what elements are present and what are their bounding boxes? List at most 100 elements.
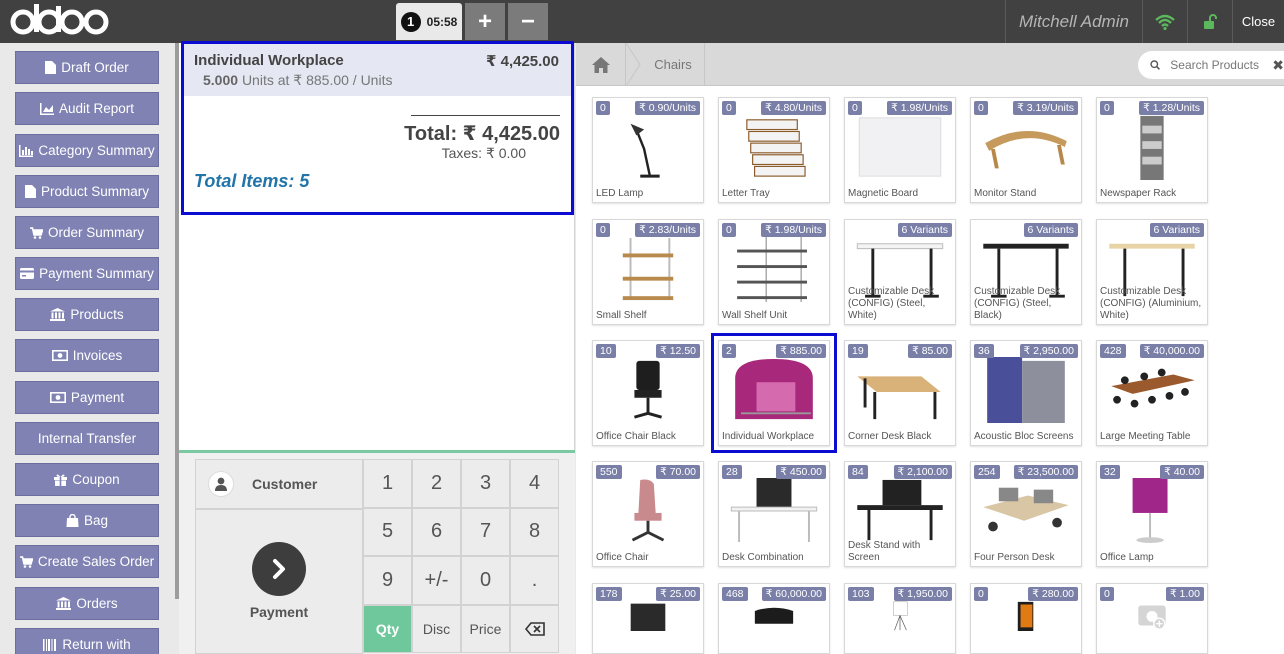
product-card[interactable]: 428 ₹ 40,000.00 Large Meeting Table [1096,340,1208,446]
payment-button[interactable]: Payment [195,509,363,654]
lock-status[interactable] [1187,0,1232,43]
control-button-return-with[interactable]: Return with [15,628,159,654]
control-button-bag[interactable]: Bag [15,504,159,537]
product-name: Desk Stand with Screen [848,540,921,563]
product-card[interactable]: 0 ₹ 1.00 [1096,583,1208,654]
control-button-coupon[interactable]: Coupon [15,463,159,496]
product-card[interactable]: 0 ₹ 1.98/Units Wall Shelf Unit [718,219,830,325]
bar-chart-icon [19,144,34,157]
wifi-status[interactable] [1142,0,1187,43]
product-name: Customizable Desk (CONFIG) (Aluminium, W… [1100,286,1202,321]
product-qty-badge: 550 [596,465,622,479]
control-button-audit-report[interactable]: Audit Report [15,92,159,125]
numpad-key-backspace[interactable] [510,604,559,653]
product-card[interactable]: 6 Variants Customizable Desk (CONFIG) (St… [844,219,956,325]
control-button-products[interactable]: Products [15,298,159,331]
product-name: Monitor Stand [974,188,1037,199]
search-box: ✖ [1138,51,1284,79]
product-price-badge: ₹ 1.00 [1165,587,1204,601]
numpad-key-0[interactable]: 0 [461,556,510,605]
numpad-key-5[interactable]: 5 [363,507,412,556]
product-card[interactable]: 36 ₹ 2,950.00 Acoustic Bloc Screens [970,340,1082,446]
product-name: Customizable Desk (CONFIG) (Steel, White… [848,286,935,321]
search-clear-icon[interactable]: ✖ [1272,57,1284,74]
numpad-key-plus-minus[interactable]: +/- [412,556,461,605]
close-button[interactable]: Close [1232,0,1284,43]
category-breadcrumb: Chairs ✖ [576,43,1284,86]
numpad-key-2[interactable]: 2 [412,459,461,508]
money-icon [51,350,68,361]
numpad-key-6[interactable]: 6 [412,507,461,556]
product-price-badge: ₹ 0.90/Units [635,101,700,115]
product-card[interactable]: 254 ₹ 23,500.00 Four Person Desk [970,461,1082,567]
numpad-key-8[interactable]: 8 [510,507,559,556]
chevron-right-icon [273,559,285,579]
control-button-payment[interactable]: Payment [15,381,159,414]
product-name: LED Lamp [596,188,644,199]
search-input[interactable] [1170,58,1271,72]
product-price-badge: ₹ 85.00 [908,344,952,358]
customer-button[interactable]: Customer [195,459,363,509]
product-card[interactable]: 0 ₹ 3.19/Units Monitor Stand [970,97,1082,203]
numpad-key-qty[interactable]: Qty [363,604,412,653]
product-card[interactable]: 0 ₹ 2.83/Units Small Shelf [592,219,704,325]
product-card[interactable]: 6 Variants Customizable Desk (CONFIG) (St… [970,219,1082,325]
control-button-invoices[interactable]: Invoices [15,339,159,372]
product-price-badge: ₹ 2.83/Units [635,223,700,237]
breadcrumb-home[interactable] [576,43,626,86]
user-icon [215,477,227,491]
numpad-key-decimal[interactable]: . [510,556,559,605]
product-card[interactable]: 468 ₹ 60,000.00 [718,583,830,654]
product-qty-badge: 0 [722,101,736,115]
numpad-key-1[interactable]: 1 [363,459,412,508]
control-button-label: Invoices [72,348,123,363]
backspace-icon [524,621,545,636]
remove-order-button[interactable]: − [508,3,548,40]
bag-icon [66,514,79,527]
add-order-button[interactable]: + [465,3,505,40]
product-card[interactable]: 2 ₹ 885.00 Individual Workplace [711,333,837,453]
file-icon [45,61,57,74]
product-price-badge: ₹ 2,100.00 [893,465,952,479]
control-button-label: Internal Transfer [37,431,137,446]
total-items: Total Items: 5 [194,171,310,191]
product-card[interactable]: 0 ₹ 4.80/Units Letter Tray [718,97,830,203]
product-card[interactable]: 10 ₹ 12.50 Office Chair Black [592,340,704,446]
numpad-key-price[interactable]: Price [461,604,510,653]
product-price-badge: ₹ 1.28/Units [1139,101,1204,115]
control-button-order-summary[interactable]: Order Summary [15,216,159,249]
product-card[interactable]: 0 ₹ 280.00 [970,583,1082,654]
numpad-key-7[interactable]: 7 [461,507,510,556]
product-card[interactable]: 103 ₹ 1,950.00 [844,583,956,654]
control-button-internal-transfer[interactable]: Internal Transfer [15,422,159,455]
product-image [601,357,695,423]
numpad-key-disc[interactable]: Disc [412,604,461,653]
control-button-category-summary[interactable]: Category Summary [15,134,159,167]
control-button-payment-summary[interactable]: Payment Summary [15,257,159,290]
product-image [979,478,1073,544]
control-button-create-sales-order[interactable]: Create Sales Order [15,545,159,578]
product-card[interactable]: 32 ₹ 40.00 Office Lamp [1096,461,1208,567]
odoo-logo [10,4,109,35]
control-button-orders[interactable]: Orders [15,587,159,620]
product-image [853,357,947,423]
control-button-draft-order[interactable]: Draft Order [15,51,159,84]
numpad-key-9[interactable]: 9 [363,556,412,605]
order-tab[interactable]: 1 05:58 [396,3,462,40]
control-button-product-summary[interactable]: Product Summary [15,175,159,208]
product-image [601,600,695,631]
product-card[interactable]: 0 ₹ 1.28/Units Newspaper Rack [1096,97,1208,203]
product-card[interactable]: 0 ₹ 1.98/Units Magnetic Board [844,97,956,203]
product-qty-badge: 0 [974,101,988,115]
numpad-key-4[interactable]: 4 [510,459,559,508]
breadcrumb-category-chairs[interactable]: Chairs [642,43,705,86]
numpad-key-3[interactable]: 3 [461,459,510,508]
product-card[interactable]: 19 ₹ 85.00 Corner Desk Black [844,340,956,446]
product-card[interactable]: 28 ₹ 450.00 Desk Combination [718,461,830,567]
product-card[interactable]: 0 ₹ 0.90/Units LED Lamp [592,97,704,203]
product-card[interactable]: 6 Variants Customizable Desk (CONFIG) (Al… [1096,219,1208,325]
product-card[interactable]: 550 ₹ 70.00 Office Chair [592,461,704,567]
product-card[interactable]: 178 ₹ 25.00 [592,583,704,654]
cart-icon [29,226,43,239]
product-card[interactable]: 84 ₹ 2,100.00 Desk Stand with Screen [844,461,956,567]
